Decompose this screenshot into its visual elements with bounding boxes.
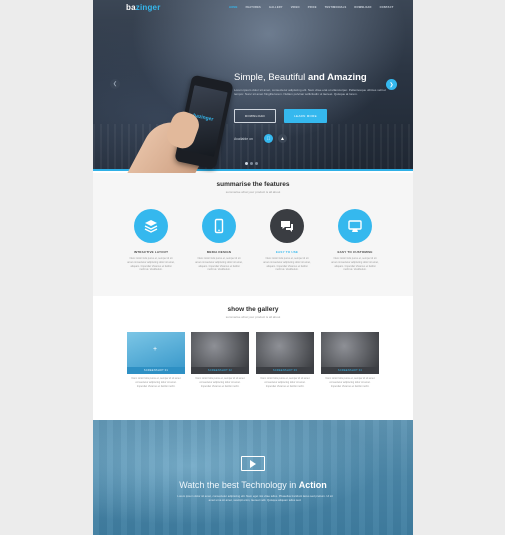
features-title: summarise the features [216, 181, 290, 188]
features-section: summarise the features summarise what yo… [93, 173, 413, 296]
video-section: Watch the best Technology in Action Lore… [93, 420, 413, 535]
learn-more-button[interactable]: LEARN MORE [284, 109, 327, 123]
available-on-label: Available on [234, 137, 254, 141]
feature-description: Nunc tortor felis purus et, semper id si… [263, 257, 311, 272]
gallery-item[interactable]: SCREENSHOT 02 Nunc tortor felis purus et… [191, 332, 249, 388]
top-navigation: bazinger HOME FEATURES GALLERY VIDEO PRI… [93, 0, 413, 18]
gallery-subtitle: summarise what your product is all about [225, 315, 281, 319]
mobile-icon [202, 209, 236, 243]
nav-link-video[interactable]: VIDEO [291, 6, 300, 9]
brand-logo[interactable]: bazinger [126, 3, 161, 12]
nav-link-price[interactable]: PRICE [308, 6, 317, 9]
chat-icon [270, 209, 304, 243]
feature-card: EASY TO USE Nunc tortor felis purus et, … [257, 209, 317, 272]
hero-description: Lorem ipsum dolor sit amet, consectetur … [234, 88, 386, 97]
chevron-left-icon: ❮ [112, 81, 118, 87]
video-title: Watch the best Technology in Action [179, 480, 327, 490]
nav-link-gallery[interactable]: GALLERY [269, 6, 283, 9]
feature-description: Nunc tortor felis purus et, semper id si… [331, 257, 379, 272]
gallery-title: show the gallery [227, 306, 279, 313]
feature-title: EASY TO CUSTOMISE [337, 250, 373, 254]
gallery-caption: SCREENSHOT 02 [191, 367, 249, 374]
video-description: Lorem ipsum dolor sit amet, consectetur … [177, 494, 333, 503]
feature-title: EASY TO USE [275, 250, 299, 254]
hero-section: bazinger HOME FEATURES GALLERY VIDEO PRI… [93, 0, 413, 229]
feature-title: INTRACTIVE LAYOUT [133, 250, 169, 254]
video-background [93, 420, 413, 535]
gallery-image[interactable] [321, 332, 379, 367]
feature-description: Nunc tortor felis purus et, semper id si… [195, 257, 243, 272]
gallery-caption: SCREENSHOT 04 [321, 367, 379, 374]
landing-page: bazinger HOME FEATURES GALLERY VIDEO PRI… [93, 0, 413, 535]
gallery-caption: SCREENSHOT 01 [127, 367, 185, 374]
plus-icon: + [153, 346, 158, 353]
nav-link-testimonials[interactable]: TESTIMONIALS [325, 6, 347, 9]
layers-icon [134, 209, 168, 243]
download-button[interactable]: DOWNLOAD [234, 109, 276, 123]
play-button[interactable] [241, 456, 265, 471]
gallery-description: Nunc tortor felis purus et, semper id si… [131, 377, 181, 388]
gallery-item[interactable]: SCREENSHOT 03 Nunc tortor felis purus et… [256, 332, 314, 388]
apple-store-icon[interactable]:  [264, 134, 273, 143]
gallery-description: Nunc tortor felis purus et, semper id si… [325, 377, 375, 388]
feature-card: MEDIA DESIGN Nunc tortor felis purus et,… [189, 209, 249, 272]
slider-dots [245, 162, 258, 165]
nav-link-contact[interactable]: CONTACT [380, 6, 394, 9]
hand-holding-phone-image: bazinger [111, 40, 234, 229]
android-store-icon[interactable]: ▲ [278, 134, 287, 143]
hero-title: Simple, Beautiful and Amazing [234, 72, 367, 83]
features-subtitle: summarise what your product is all about [225, 190, 281, 194]
nav-link-download[interactable]: DOWNLOAD [354, 6, 371, 9]
gallery-caption: SCREENSHOT 03 [256, 367, 314, 374]
nav-links: HOME FEATURES GALLERY VIDEO PRICE TESTIM… [229, 6, 401, 9]
gallery-item[interactable]: + SCREENSHOT 01 Nunc tortor felis purus … [127, 332, 185, 388]
slide-dot[interactable] [255, 162, 258, 165]
feature-card: EASY TO CUSTOMISE Nunc tortor felis puru… [325, 209, 385, 272]
nav-link-features[interactable]: FEATURES [246, 6, 261, 9]
chevron-right-icon: ❯ [389, 81, 394, 88]
gallery-description: Nunc tortor felis purus et, semper id si… [260, 377, 310, 388]
gallery-section: show the gallery summarise what your pro… [93, 296, 413, 420]
feature-title: MEDIA DESIGN [206, 250, 232, 254]
slider-prev-button[interactable]: ❮ [110, 79, 120, 89]
gallery-image[interactable] [256, 332, 314, 367]
gallery-image[interactable]: + [127, 332, 185, 367]
gallery-image[interactable] [191, 332, 249, 367]
screen-icon [338, 209, 372, 243]
gallery-description: Nunc tortor felis purus et, semper id si… [195, 377, 245, 388]
feature-description: Nunc tortor felis purus et, semper id si… [127, 257, 175, 272]
nav-link-home[interactable]: HOME [229, 6, 238, 9]
gallery-item[interactable]: SCREENSHOT 04 Nunc tortor felis purus et… [321, 332, 379, 388]
slide-dot[interactable] [250, 162, 253, 165]
play-icon [250, 459, 256, 468]
feature-card: INTRACTIVE LAYOUT Nunc tortor felis puru… [121, 209, 181, 272]
slide-dot[interactable] [245, 162, 248, 165]
